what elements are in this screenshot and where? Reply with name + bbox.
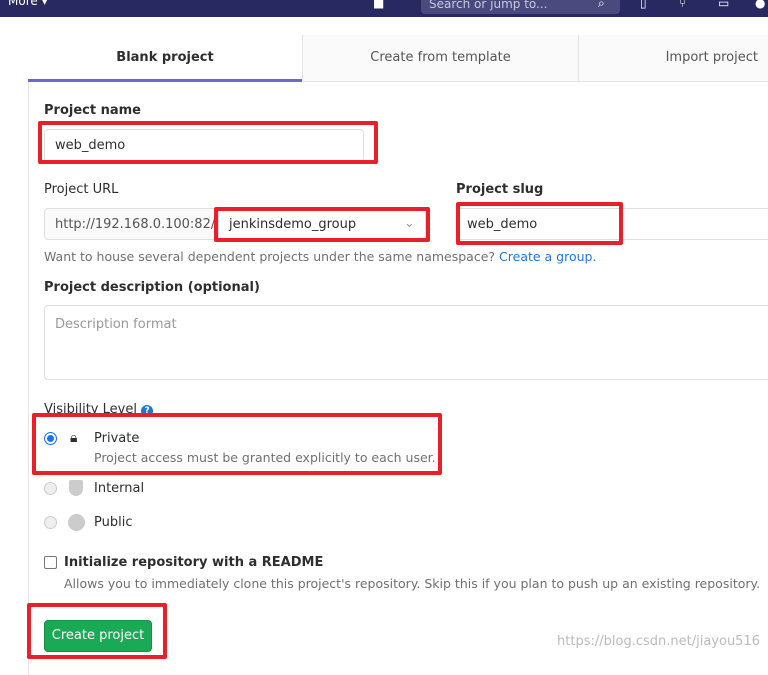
readme-description: Allows you to immediately clone this pro… [64, 576, 761, 591]
project-slug-label: Project slug [456, 182, 544, 197]
project-url-prefix: http://192.168.0.100:82/ [44, 208, 216, 240]
create-group-link[interactable]: Create a group. [499, 249, 596, 264]
globe-icon [68, 514, 85, 531]
highlight-box [456, 202, 623, 245]
highlight-box [214, 207, 430, 242]
namespace-help: Want to house several dependent projects… [44, 249, 597, 264]
todo-icon[interactable]: ▭ [718, 0, 730, 10]
search-icon: ⌕ [598, 0, 605, 10]
highlight-box [38, 121, 378, 164]
tab-import-project[interactable]: Import project [578, 35, 768, 82]
help-icon[interactable]: ● [755, 0, 767, 10]
top-navbar: More ▾ ■ Search or jump to... ⌕ ▯ ⑂ ▭ ● [0, 0, 768, 17]
tab-create-from-template[interactable]: Create from template [302, 35, 578, 82]
issues-icon[interactable]: ▯ [640, 0, 652, 10]
highlight-box [27, 603, 167, 659]
readme-checkbox[interactable] [44, 556, 57, 569]
watermark: https://blog.csdn.net/jiayou516 [557, 634, 760, 649]
highlight-box [32, 413, 442, 475]
plus-icon[interactable]: ■ [373, 0, 385, 10]
shield-icon [69, 480, 83, 496]
tab-blank-project[interactable]: Blank project [28, 35, 302, 82]
visibility-internal-radio[interactable] [44, 482, 57, 495]
search-input[interactable]: Search or jump to... [421, 0, 620, 14]
visibility-public-radio[interactable] [44, 516, 57, 529]
visibility-public-label: Public [94, 515, 133, 530]
readme-label: Initialize repository with a README [64, 555, 324, 570]
project-url-label: Project URL [44, 182, 119, 197]
description-textarea[interactable]: Description format [44, 305, 768, 380]
project-name-label: Project name [44, 103, 141, 118]
merge-request-icon[interactable]: ⑂ [679, 0, 691, 10]
visibility-internal-label: Internal [94, 481, 145, 496]
description-label: Project description (optional) [44, 280, 260, 295]
more-menu[interactable]: More ▾ [8, 0, 48, 8]
